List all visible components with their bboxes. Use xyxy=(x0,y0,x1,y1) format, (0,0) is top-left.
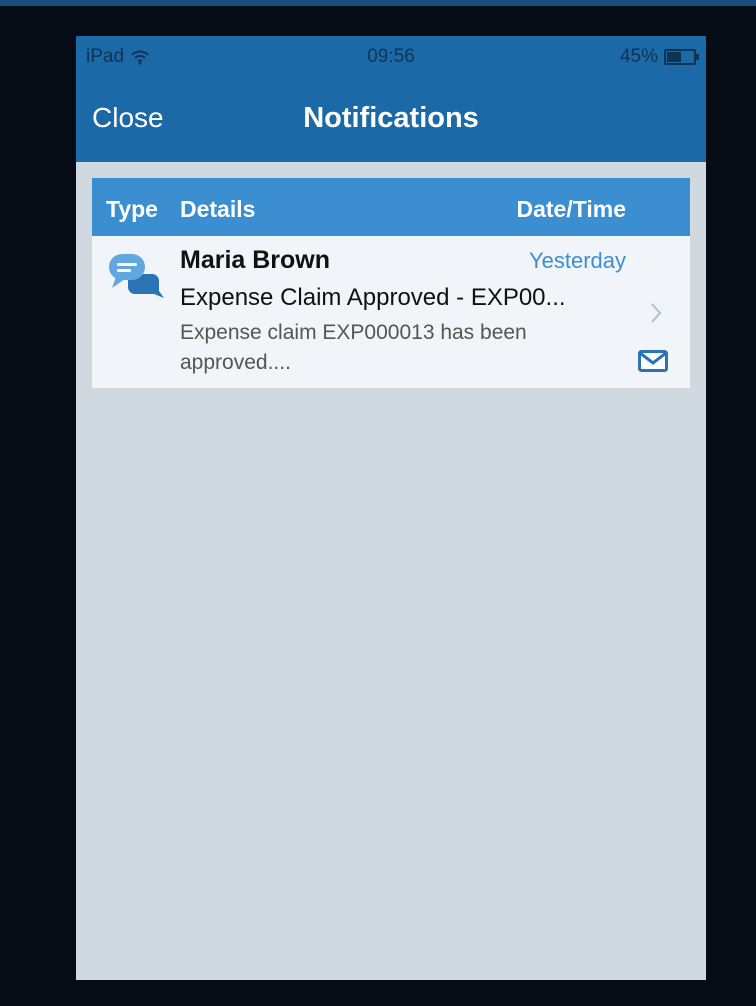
page-title: Notifications xyxy=(303,102,479,134)
battery-tip xyxy=(696,54,699,60)
chat-bubbles-icon xyxy=(106,250,166,300)
status-time: 09:56 xyxy=(367,46,415,67)
column-header-datetime: Date/Time xyxy=(516,196,626,222)
notification-preview: Expense claim EXP000013 has been approve… xyxy=(180,321,527,374)
status-bar: iPad 09:56 45% xyxy=(76,36,706,80)
notification-timestamp: Yesterday xyxy=(528,248,626,273)
notification-sender: Maria Brown xyxy=(180,246,331,274)
battery-icon xyxy=(664,49,699,65)
navigation-header: iPad 09:56 45% Close Notifications xyxy=(76,36,706,162)
window-top-border xyxy=(0,0,756,6)
notification-subject: Expense Claim Approved - EXP00... xyxy=(180,284,566,311)
chevron-right-icon xyxy=(650,302,662,324)
status-right: 45% xyxy=(619,46,699,68)
table-header: Type Details Date/Time xyxy=(92,178,690,236)
notification-row[interactable]: Maria Brown Yesterday Expense Claim Appr… xyxy=(92,236,690,388)
column-header-details: Details xyxy=(180,196,256,222)
battery-level xyxy=(667,52,681,62)
device-screen: iPad 09:56 45% Close Notifications Type … xyxy=(76,36,706,980)
battery-percentage: 45% xyxy=(619,46,658,67)
column-header-type: Type xyxy=(106,196,158,222)
mail-icon xyxy=(638,350,668,372)
